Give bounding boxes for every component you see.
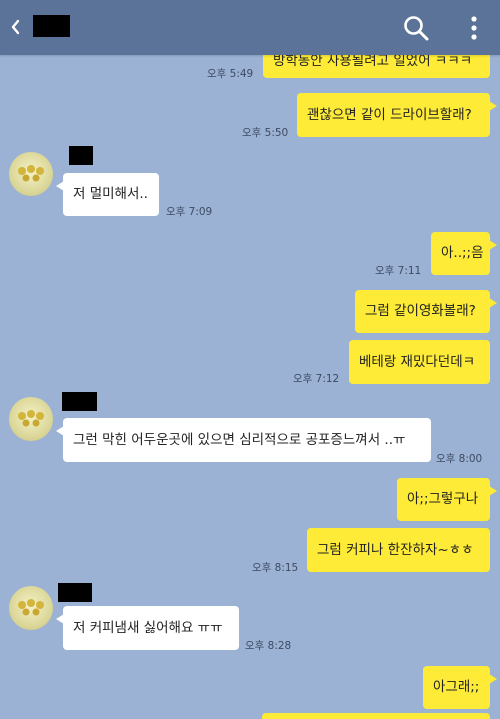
message-text: 괜찮으면 같이 드라이브할래? — [307, 106, 472, 123]
contact-avatar[interactable] — [9, 152, 53, 196]
message-time: 오후 7:12 — [293, 373, 340, 385]
contact-name-redacted — [58, 583, 92, 602]
message-text: 아..;;음 — [441, 245, 484, 262]
message-text: 그럼 같이영화볼래? — [365, 303, 476, 320]
more-vertical-icon — [471, 16, 477, 40]
message-text: 그럼 커피나 한잔하자~ㅎㅎ — [317, 541, 474, 558]
chat-header — [0, 0, 500, 55]
chat-title-redacted — [33, 15, 70, 37]
back-button[interactable] — [6, 12, 24, 42]
chat-area: 방학동안 사용될려고 일었어 ㅋㅋㅋ 오후 5:49 괜찮으면 같이 드라이브할… — [0, 0, 500, 719]
message-time: 오후 7:11 — [375, 265, 422, 277]
message-bubble-sent[interactable]: 그럼 커피나 한잔하자~ㅎㅎ — [307, 528, 490, 572]
message-time: 오후 8:28 — [245, 640, 292, 652]
message-bubble-sent-partial[interactable] — [262, 713, 490, 719]
message-text: 저 멀미해서.. — [73, 186, 148, 203]
message-bubble-sent[interactable]: 아..;;음 — [431, 232, 497, 275]
message-bubble-sent[interactable]: 그럼 같이영화볼래? — [355, 290, 497, 333]
message-text: 저 커피냄새 싫어해요 ㅠㅠ — [73, 619, 223, 636]
message-time: 오후 5:49 — [207, 68, 254, 80]
search-button[interactable] — [402, 14, 430, 42]
message-text: 아;;그렇구나 — [407, 491, 479, 508]
contact-name-redacted — [69, 146, 93, 165]
message-bubble-sent[interactable]: 아;;그렇구나 — [397, 478, 497, 521]
message-text: 방학동안 사용될려고 일었어 ㅋㅋㅋ — [273, 52, 473, 69]
contact-name-redacted — [62, 392, 97, 411]
message-text: 그런 막힌 어두운곳에 있으면 심리적으로 공포증느껴서 ..ㅠ — [73, 431, 406, 448]
message-bubble-sent[interactable]: 아그래;; — [423, 666, 497, 709]
message-time: 오후 8:15 — [252, 562, 299, 574]
message-text: 아그래;; — [433, 679, 480, 696]
contact-avatar[interactable] — [9, 586, 53, 630]
chevron-left-icon — [11, 19, 20, 35]
message-bubble-sent[interactable]: 괜찮으면 같이 드라이브할래? — [297, 93, 497, 137]
search-icon — [404, 16, 429, 41]
message-time: 오후 7:09 — [166, 206, 213, 218]
message-bubble-received[interactable]: 저 커피냄새 싫어해요 ㅠㅠ — [56, 606, 239, 650]
message-bubble-sent[interactable]: 베테랑 재밌다던데ㅋ — [349, 340, 490, 384]
message-time: 오후 8:00 — [436, 453, 483, 465]
contact-avatar[interactable] — [9, 397, 53, 441]
message-text: 베테랑 재밌다던데ㅋ — [359, 353, 476, 370]
message-bubble-received[interactable]: 그런 막힌 어두운곳에 있으면 심리적으로 공포증느껴서 ..ㅠ — [56, 418, 431, 462]
message-time: 오후 5:50 — [242, 127, 289, 139]
more-menu-button[interactable] — [464, 14, 484, 42]
message-bubble-received[interactable]: 저 멀미해서.. — [56, 173, 159, 216]
